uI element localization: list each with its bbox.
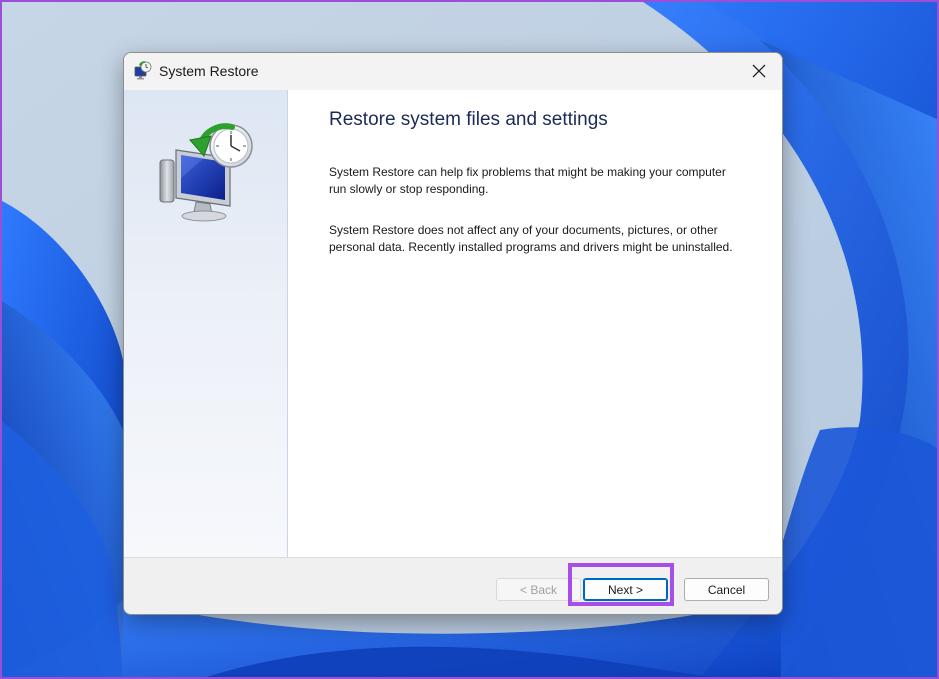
page-heading: Restore system files and settings xyxy=(329,109,608,130)
system-restore-dialog: System Restore Restore system files and … xyxy=(123,52,783,615)
wizard-content: Restore system files and settings System… xyxy=(124,90,782,558)
back-button[interactable]: < Back xyxy=(496,578,581,601)
next-button[interactable]: Next > xyxy=(583,578,668,601)
wizard-footer: < Back Next > Cancel xyxy=(124,558,782,614)
system-restore-monitor-clock-icon xyxy=(159,123,253,222)
wizard-sidebar xyxy=(124,90,288,557)
cancel-button[interactable]: Cancel xyxy=(684,578,769,601)
close-button[interactable] xyxy=(736,53,782,89)
system-restore-icon xyxy=(134,61,152,80)
window-title: System Restore xyxy=(159,63,259,79)
desktop: System Restore Restore system files and … xyxy=(0,0,939,679)
description-paragraph-2: System Restore does not affect any of yo… xyxy=(329,223,733,254)
title-bar[interactable]: System Restore xyxy=(124,53,782,90)
close-icon xyxy=(752,64,766,78)
description-paragraph-1: System Restore can help fix problems tha… xyxy=(329,165,726,196)
